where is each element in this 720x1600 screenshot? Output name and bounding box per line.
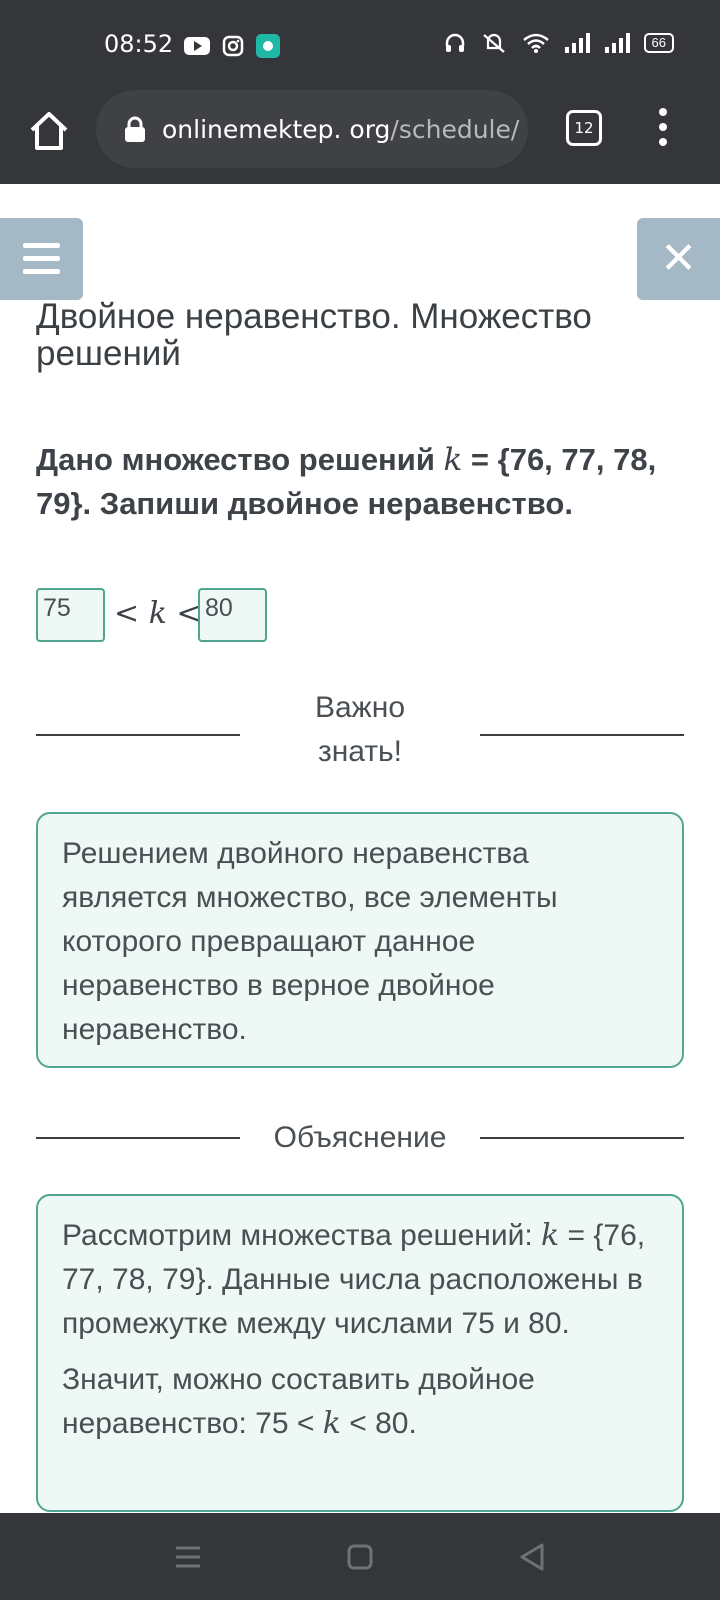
explanation-paragraph-1: Рассмотрим множества решений: k = {76, 7… (62, 1214, 658, 1346)
lt-sign: < (114, 596, 140, 631)
browser-menu-icon[interactable] (656, 108, 670, 150)
wifi-icon (522, 33, 549, 53)
battery-indicator: 66 (643, 33, 674, 53)
url-domain: onlinemektep. org (162, 114, 391, 144)
mute-icon (482, 33, 505, 53)
page-title: Двойное неравенство. Множество решений (36, 297, 592, 373)
app-icon (256, 34, 280, 58)
variable-k: k (443, 442, 463, 478)
headset-icon (445, 33, 464, 52)
variable-k: k (541, 1218, 560, 1253)
left-answer-input[interactable]: 75 (36, 588, 105, 642)
important-label: Важно знать! (314, 691, 405, 768)
right-answer-input[interactable]: 80 (198, 588, 267, 642)
status-left-icons (184, 34, 280, 58)
important-box: Решением двойного неравенства является м… (36, 812, 684, 1068)
divider-line-right (480, 1137, 684, 1139)
lock-icon (125, 116, 145, 142)
close-button[interactable]: ✕ (637, 218, 720, 300)
answer-row: 75 < k < 80 (36, 588, 336, 642)
status-right-icons: 66 (444, 32, 674, 54)
inequality-expression: < k < (114, 596, 202, 631)
youtube-icon (184, 37, 210, 55)
explanation-text: < 80. (340, 1407, 417, 1440)
address-bar[interactable]: onlinemektep. org/schedule/ (96, 90, 528, 168)
explanation-box: Рассмотрим множества решений: k = {76, 7… (36, 1194, 684, 1512)
explanation-paragraph-2: Значит, можно составить двойное неравенс… (62, 1358, 658, 1446)
tab-switcher-button[interactable]: 12 (566, 110, 602, 146)
instagram-icon (222, 35, 244, 57)
explanation-text: Значит, можно составить двойное неравенс… (62, 1363, 535, 1440)
question-part1: Дано множество решений (36, 442, 444, 477)
important-text: Решением двойного неравенства является м… (62, 837, 558, 1046)
variable-k: k (322, 1406, 341, 1441)
status-bar: 08:52 66 (0, 0, 720, 90)
url-path: /schedule/ (390, 114, 520, 144)
status-time: 08:52 (104, 30, 174, 58)
divider-line-left (36, 734, 240, 736)
hamburger-menu-button[interactable] (0, 218, 83, 300)
back-icon[interactable] (514, 1539, 550, 1575)
signal-icon (564, 33, 590, 53)
explanation-divider: Объяснение (36, 1116, 684, 1160)
system-nav-bar (0, 1513, 720, 1600)
recents-icon[interactable] (170, 1539, 206, 1575)
signal-icon (604, 33, 630, 53)
home-icon[interactable] (26, 108, 72, 154)
important-divider: Важно знать! (36, 686, 684, 776)
variable-k: k (148, 596, 167, 631)
question-text: Дано множество решений k = {76, 77, 78, … (36, 438, 686, 526)
divider-line-right (480, 734, 684, 736)
home-nav-icon[interactable] (342, 1539, 378, 1575)
explanation-text: Рассмотрим множества решений: (62, 1219, 542, 1252)
browser-toolbar: onlinemektep. org/schedule/ 12 (0, 90, 720, 184)
url-text: onlinemektep. org/schedule/ (162, 115, 519, 144)
